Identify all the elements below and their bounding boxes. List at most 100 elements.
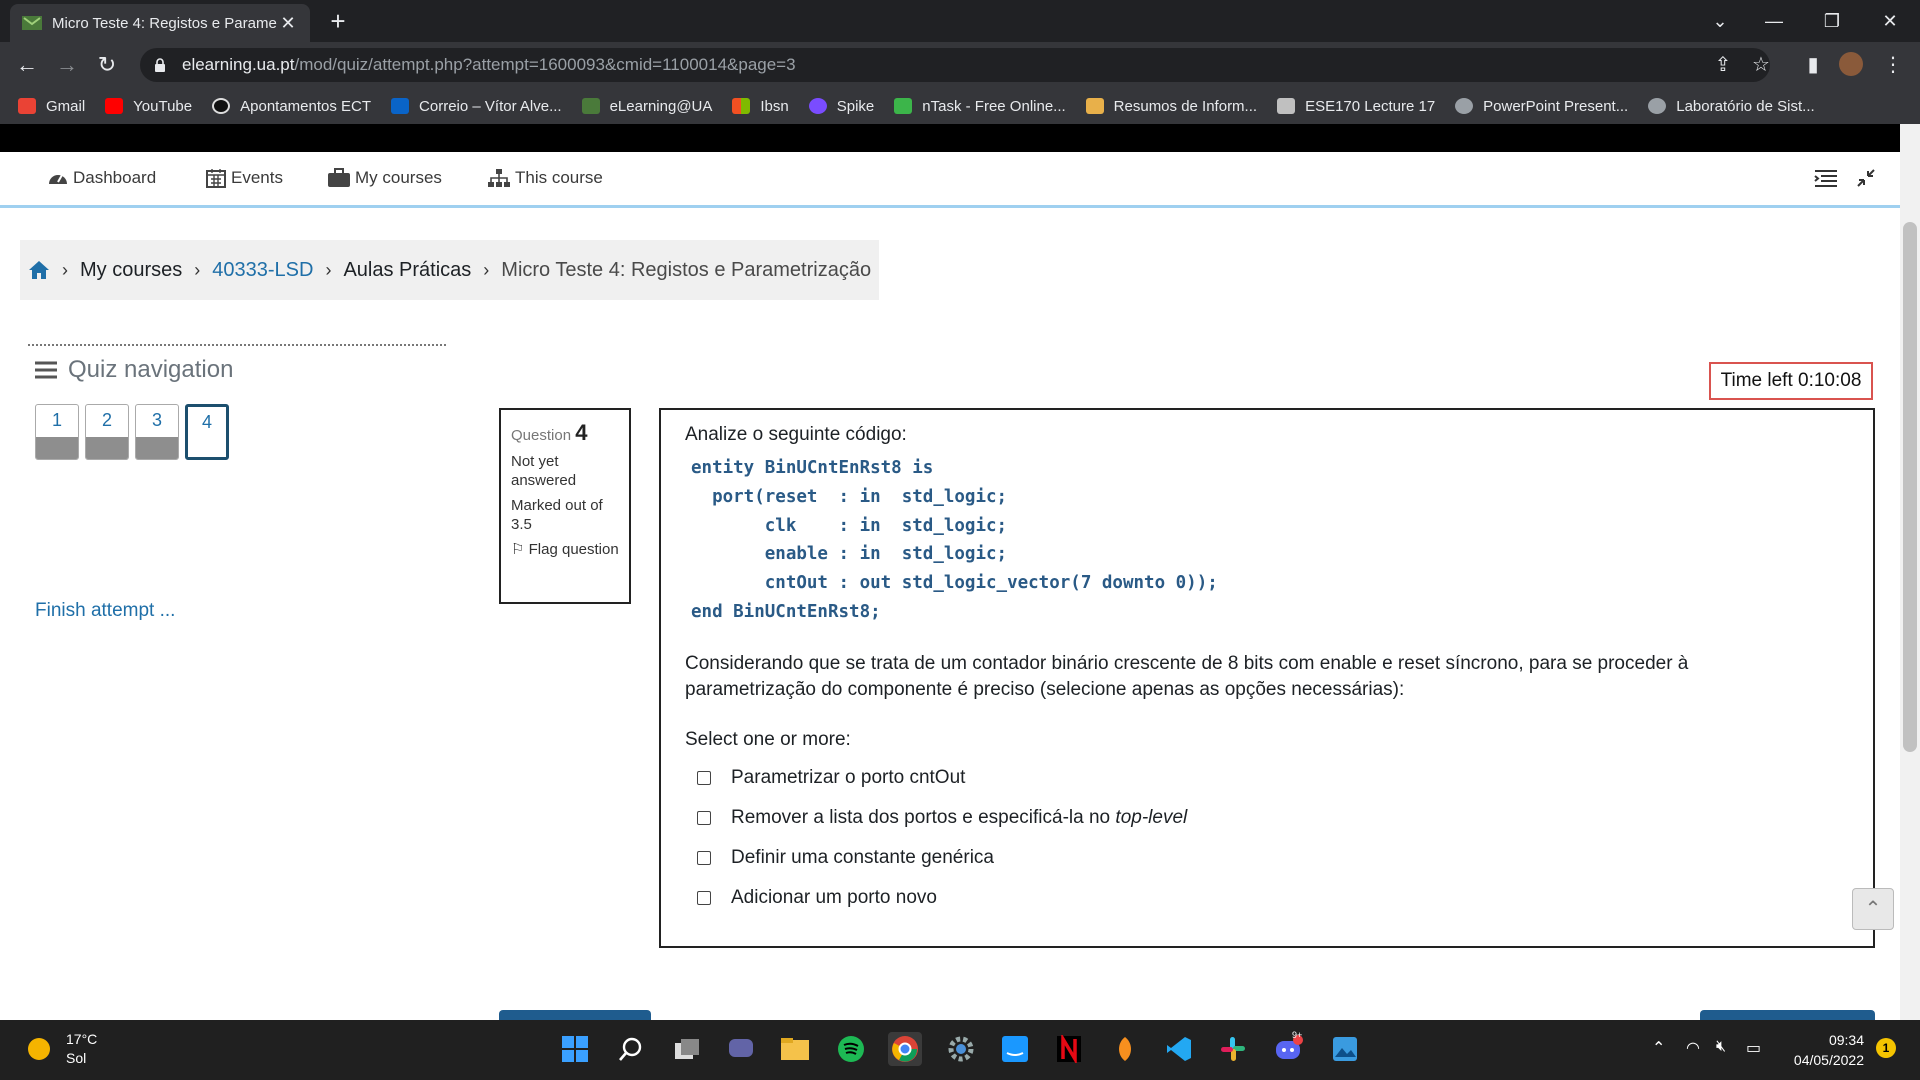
slack-icon[interactable] — [1216, 1032, 1250, 1066]
breadcrumb-section[interactable]: Aulas Práticas — [343, 259, 471, 282]
checkbox[interactable] — [697, 850, 711, 865]
new-tab-button[interactable]: + — [325, 8, 351, 34]
vscode-icon[interactable] — [1162, 1032, 1196, 1066]
bookmark-correio[interactable]: Correio – Vítor Alve... — [391, 98, 562, 115]
prime-video-icon[interactable] — [998, 1032, 1032, 1066]
collapse-fullscreen-icon[interactable] — [1856, 168, 1880, 188]
fl-studio-icon[interactable] — [1108, 1032, 1142, 1066]
breadcrumb-my-courses[interactable]: My courses — [80, 259, 182, 282]
answer-option-4[interactable]: Adicionar um porto novo — [697, 885, 1849, 911]
discord-icon[interactable]: 9+ — [1272, 1030, 1306, 1066]
wifi-icon[interactable]: ◠ — [1686, 1038, 1700, 1058]
bookmark-youtube[interactable]: YouTube — [105, 98, 192, 115]
search-icon[interactable] — [614, 1032, 648, 1066]
side-panel-icon[interactable]: ▮ — [1800, 52, 1826, 78]
bookmark-star-icon[interactable]: ☆ — [1748, 52, 1774, 78]
breadcrumb-current: Micro Teste 4: Registos e Parametrização — [501, 258, 872, 281]
url-path: /mod/quiz/attempt.php?attempt=1600093&cm… — [294, 55, 796, 74]
discord-badge: 9+ — [1292, 1030, 1303, 1040]
netflix-icon[interactable] — [1052, 1032, 1086, 1066]
reload-icon[interactable]: ↻ — [92, 50, 122, 80]
scrollbar-thumb[interactable] — [1903, 222, 1917, 752]
profile-avatar[interactable] — [1838, 52, 1864, 78]
restore-icon[interactable]: ❐ — [1812, 6, 1852, 36]
minimize-icon[interactable]: — — [1754, 6, 1794, 36]
calendar-icon — [206, 169, 226, 188]
outline-list-icon[interactable] — [1814, 168, 1842, 188]
tab-close-icon[interactable]: ✕ — [278, 13, 298, 34]
code-line: cntOut : out std_logic_vector(7 downto 0… — [691, 573, 1218, 594]
question-state: Not yet answered — [511, 453, 577, 489]
breadcrumb-course[interactable]: 40333-LSD — [212, 259, 313, 282]
tab-search-icon[interactable]: ⌄ — [1700, 6, 1740, 36]
nav-this-course[interactable]: This course — [487, 168, 603, 188]
lock-icon — [155, 58, 165, 72]
battery-icon[interactable]: ▭ — [1746, 1038, 1761, 1058]
start-icon[interactable] — [558, 1032, 592, 1066]
tab-title: Micro Teste 4: Registos e Parame — [52, 14, 277, 32]
previous-page-button[interactable] — [499, 1010, 651, 1020]
bookmark-spike[interactable]: Spike — [808, 98, 874, 115]
share-icon[interactable]: ⇪ — [1710, 52, 1736, 78]
site-header-strip — [0, 124, 1900, 152]
nav-my-courses[interactable]: My courses — [327, 168, 442, 188]
globe-icon — [1455, 98, 1474, 114]
back-icon[interactable]: ← — [12, 50, 42, 80]
photos-icon[interactable] — [1328, 1032, 1362, 1066]
close-window-icon[interactable]: ✕ — [1870, 6, 1910, 36]
system-clock[interactable]: 09:34 04/05/2022 — [1784, 1030, 1864, 1070]
weather-widget[interactable]: 17°C Sol — [28, 1030, 97, 1068]
menu-kebab-icon[interactable]: ⋮ — [1880, 52, 1906, 78]
answer-option-2[interactable]: Remover a lista dos portos e especificá-… — [697, 805, 1849, 831]
bookmark-elearning[interactable]: eLearning@UA — [581, 98, 712, 115]
file-explorer-icon[interactable] — [778, 1032, 812, 1066]
page-scrollbar[interactable] — [1900, 124, 1920, 1020]
back-to-top-button[interactable]: ⌃ — [1852, 888, 1894, 930]
bookmark-ntask[interactable]: nTask - Free Online... — [894, 98, 1066, 115]
forward-icon[interactable]: → — [52, 50, 82, 80]
checkbox[interactable] — [697, 810, 711, 825]
briefcase-icon — [328, 168, 350, 187]
quiz-navigation-header: Quiz navigation — [34, 356, 233, 384]
nav-dashboard[interactable]: Dashboard — [47, 168, 156, 188]
breadcrumb: › My courses › 40333-LSD › Aulas Prática… — [20, 240, 880, 300]
windows-icon — [732, 98, 751, 114]
bookmark-ibsn[interactable]: Ibsn — [732, 98, 789, 115]
teams-chat-icon[interactable] — [724, 1032, 758, 1066]
browser-tab[interactable]: Micro Teste 4: Registos e Parame ✕ — [10, 4, 310, 42]
quiz-nav-question-4[interactable]: 4 — [185, 404, 229, 460]
quiz-nav-question-3[interactable]: 3 — [135, 404, 179, 460]
flag-question-button[interactable]: ⚐ Flag question — [511, 540, 619, 559]
bookmark-gmail[interactable]: Gmail — [18, 98, 85, 115]
spike-icon — [808, 98, 827, 114]
settings-gear-icon[interactable] — [944, 1032, 978, 1066]
bookmark-apontamentos[interactable]: Apontamentos ECT — [212, 98, 371, 115]
task-view-icon[interactable] — [670, 1032, 704, 1066]
next-page-button[interactable] — [1700, 1010, 1875, 1020]
quiz-nav-question-1[interactable]: 1 — [35, 404, 79, 460]
address-bar[interactable]: elearning.ua.pt/mod/quiz/attempt.php?att… — [140, 48, 1770, 82]
nav-events[interactable]: Events — [205, 168, 283, 188]
question-grade: Marked out of 3.5 — [511, 497, 603, 533]
home-icon[interactable] — [28, 260, 50, 280]
tray-overflow-icon[interactable]: ⌃ — [1652, 1038, 1665, 1058]
notification-badge[interactable]: 1 — [1876, 1038, 1896, 1058]
code-line: enable : in std_logic; — [691, 544, 1008, 565]
checkbox[interactable] — [697, 770, 711, 785]
bookmark-powerpoint[interactable]: PowerPoint Present... — [1455, 98, 1628, 115]
answer-option-3[interactable]: Definir uma constante genérica — [697, 845, 1849, 871]
select-prompt: Select one or more: — [685, 728, 851, 750]
volume-muted-icon[interactable]: 🔇︎ — [1716, 1038, 1726, 1056]
url-host: elearning.ua.pt — [182, 55, 295, 74]
checkbox[interactable] — [697, 890, 711, 905]
answer-option-1[interactable]: Parametrizar o porto cntOut — [697, 765, 1849, 791]
chrome-icon[interactable] — [888, 1032, 922, 1066]
bookmark-resumos[interactable]: Resumos de Inform... — [1085, 98, 1257, 115]
spotify-icon[interactable] — [834, 1032, 868, 1066]
bookmark-ese170[interactable]: ESE170 Lecture 17 — [1277, 98, 1435, 115]
finish-attempt-link[interactable]: Finish attempt ... — [35, 600, 175, 622]
weather-condition: Sol — [66, 1050, 87, 1066]
bookmark-laboratorio[interactable]: Laboratório de Sist... — [1648, 98, 1815, 115]
question-number: 4 — [575, 420, 588, 445]
quiz-nav-question-2[interactable]: 2 — [85, 404, 129, 460]
